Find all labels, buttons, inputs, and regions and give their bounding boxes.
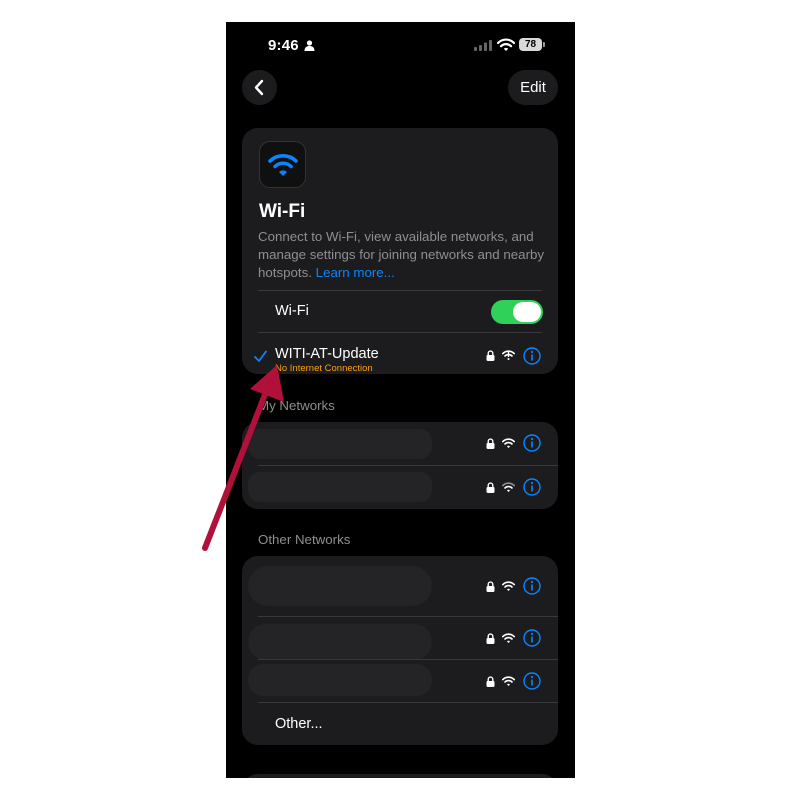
lock-icon xyxy=(486,438,495,449)
hidden-network-name xyxy=(248,472,432,502)
person-icon xyxy=(304,40,315,51)
info-icon[interactable] xyxy=(523,672,541,690)
divider xyxy=(258,332,542,333)
wifi-card: Wi-Fi Connect to Wi-Fi, view available n… xyxy=(242,128,558,374)
wifi-icon xyxy=(502,482,515,492)
hidden-network-name xyxy=(248,664,432,696)
status-time: 9:46 xyxy=(268,37,299,54)
phone-screen: 9:46 78 Edit Wi-Fi Connect to Wi-Fi, vie… xyxy=(226,22,575,778)
battery-nub xyxy=(543,42,545,47)
wifi-description: Connect to Wi-Fi, view available network… xyxy=(258,228,550,282)
hidden-network-name xyxy=(248,566,432,606)
wifi-toggle-label: Wi-Fi xyxy=(275,303,309,319)
divider xyxy=(258,616,558,617)
wifi-toggle[interactable] xyxy=(491,300,543,324)
my-networks-list xyxy=(242,422,558,509)
wifi-icon xyxy=(502,438,515,448)
divider xyxy=(258,465,558,466)
info-icon[interactable] xyxy=(523,629,541,647)
other-network-button[interactable]: Other... xyxy=(275,716,323,732)
other-networks-list: Other... xyxy=(242,556,558,745)
wifi-icon xyxy=(502,676,515,686)
checkmark-icon xyxy=(254,350,267,362)
wifi-icon xyxy=(502,581,515,591)
page-title: Wi-Fi xyxy=(259,201,306,222)
chevron-left-icon xyxy=(254,79,264,96)
info-icon[interactable] xyxy=(523,577,541,595)
lock-icon xyxy=(486,350,495,361)
learn-more-link[interactable]: Learn more... xyxy=(316,265,395,280)
description-text: Connect to Wi-Fi, view available network… xyxy=(258,229,545,280)
lock-icon xyxy=(486,482,495,493)
edit-button[interactable]: Edit xyxy=(508,70,558,105)
status-bar: 9:46 78 xyxy=(226,22,575,68)
lock-icon xyxy=(486,676,495,687)
wifi-no-internet-icon xyxy=(502,350,515,360)
back-button[interactable] xyxy=(242,70,277,105)
wifi-icon xyxy=(502,633,515,643)
wifi-icon xyxy=(268,154,298,176)
divider xyxy=(258,659,558,660)
lock-icon xyxy=(486,581,495,592)
connected-network-name[interactable]: WITI-AT-Update xyxy=(275,346,379,362)
next-section-card xyxy=(242,774,558,778)
wifi-app-icon xyxy=(259,141,306,188)
divider xyxy=(258,702,558,703)
my-networks-header: My Networks xyxy=(258,398,335,413)
battery-icon: 78 xyxy=(519,38,542,51)
info-icon[interactable] xyxy=(523,347,541,365)
info-icon[interactable] xyxy=(523,434,541,452)
hidden-network-name xyxy=(248,624,432,660)
divider xyxy=(258,290,542,291)
wifi-icon xyxy=(497,38,515,51)
connection-status: No Internet Connection xyxy=(275,363,373,374)
info-icon[interactable] xyxy=(523,478,541,496)
hidden-network-name xyxy=(248,429,432,459)
lock-icon xyxy=(486,633,495,644)
toggle-knob xyxy=(513,302,541,322)
cellular-signal-icon xyxy=(474,40,492,51)
other-networks-header: Other Networks xyxy=(258,532,351,547)
